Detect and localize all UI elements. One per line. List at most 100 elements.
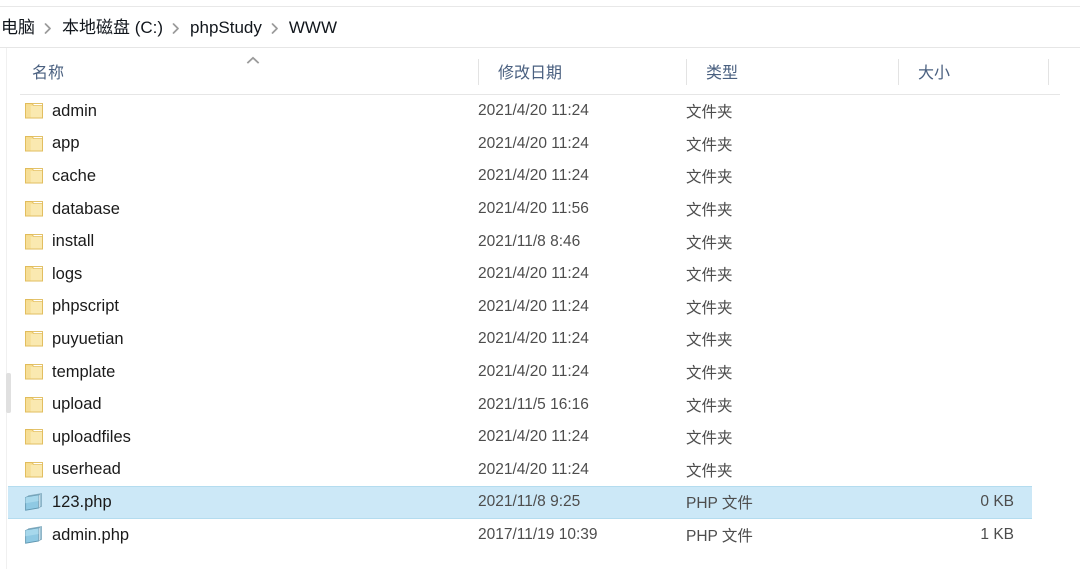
file-row[interactable]: template 2021/4/20 11:24 文件夹 — [8, 356, 1072, 389]
folder-icon-svg — [25, 364, 43, 380]
column-divider-date-type[interactable] — [686, 59, 687, 85]
folder-icon-svg — [25, 168, 43, 184]
file-name-cell[interactable]: logs — [24, 265, 478, 284]
file-row-selected[interactable]: 123.php 2021/11/8 9:25 PHP 文件 0 KB — [8, 486, 1032, 519]
folder-icon — [24, 167, 52, 185]
file-type: 文件夹 — [686, 299, 733, 317]
folder-icon — [24, 363, 52, 381]
file-name-label: template — [52, 362, 116, 381]
file-name-cell[interactable]: admin — [24, 102, 478, 121]
file-date-modified: 2021/4/20 11:24 — [478, 428, 589, 446]
file-size: 1 KB — [980, 526, 1014, 544]
file-list[interactable]: admin 2021/4/20 11:24 文件夹 app 2021/4/20 11:… — [8, 95, 1072, 569]
breadcrumb-separator-icon[interactable] — [271, 22, 280, 34]
file-name-cell[interactable]: admin.php — [24, 525, 478, 545]
column-header-type-label: 类型 — [706, 65, 739, 82]
file-row[interactable]: puyuetian 2021/4/20 11:24 文件夹 — [8, 323, 1072, 356]
folder-icon — [24, 265, 52, 283]
file-row[interactable]: uploadfiles 2021/4/20 11:24 文件夹 — [8, 421, 1072, 454]
column-header-date-modified[interactable]: 修改日期 — [486, 48, 694, 94]
file-date-modified: 2021/4/20 11:24 — [478, 102, 589, 120]
file-type: PHP 文件 — [686, 495, 753, 513]
file-type: 文件夹 — [686, 332, 733, 350]
file-name-cell[interactable]: userhead — [24, 460, 478, 479]
file-row[interactable]: userhead 2021/4/20 11:24 文件夹 — [8, 454, 1072, 487]
file-type: 文件夹 — [686, 430, 733, 448]
file-name-label: admin.php — [52, 525, 130, 544]
folder-icon — [24, 396, 52, 414]
file-name-label: logs — [52, 264, 83, 283]
file-date-modified: 2021/11/5 16:16 — [478, 395, 589, 413]
file-type: 文件夹 — [686, 169, 733, 187]
column-divider-type-size[interactable] — [898, 59, 899, 85]
folder-icon — [24, 298, 52, 316]
file-name-cell[interactable]: 123.php — [24, 492, 478, 512]
folder-icon — [24, 330, 52, 348]
file-date-modified: 2021/4/20 11:24 — [478, 460, 589, 478]
file-name-cell[interactable]: app — [24, 134, 478, 153]
file-type: 文件夹 — [686, 234, 733, 252]
file-row[interactable]: phpscript 2021/4/20 11:24 文件夹 — [8, 291, 1072, 324]
file-date-modified: 2021/4/20 11:56 — [478, 200, 589, 218]
file-date-modified: 2021/11/8 9:25 — [478, 493, 581, 511]
column-header-type[interactable]: 类型 — [694, 48, 906, 94]
file-type: 文件夹 — [686, 104, 733, 122]
file-date-modified: 2021/4/20 11:24 — [478, 134, 589, 152]
breadcrumb[interactable]: 电脑 本地磁盘 (C:) phpStudy WWW — [0, 7, 1080, 47]
file-row[interactable]: app 2021/4/20 11:24 文件夹 — [8, 128, 1072, 161]
file-name-cell[interactable]: phpscript — [24, 297, 478, 316]
file-name-label: 123.php — [52, 492, 112, 511]
file-row[interactable]: install 2021/11/8 8:46 文件夹 — [8, 225, 1072, 258]
column-header-name[interactable]: 名称 — [20, 48, 470, 94]
file-name-label: cache — [52, 166, 97, 185]
breadcrumb-item[interactable]: 本地磁盘 (C:) — [61, 17, 164, 38]
file-name-cell[interactable]: cache — [24, 167, 478, 186]
breadcrumb-item[interactable]: 电脑 — [0, 17, 36, 38]
folder-icon — [24, 102, 52, 120]
file-type: 文件夹 — [686, 267, 733, 285]
file-row[interactable]: admin 2021/4/20 11:24 文件夹 — [8, 95, 1072, 128]
sort-ascending-icon — [246, 56, 260, 64]
file-name-cell[interactable]: template — [24, 363, 478, 382]
folder-icon-svg — [25, 461, 43, 478]
file-name-cell[interactable]: puyuetian — [24, 330, 478, 349]
file-row[interactable]: database 2021/4/20 11:56 文件夹 — [8, 193, 1072, 226]
folder-icon — [24, 200, 52, 218]
folder-icon-svg — [25, 266, 43, 282]
file-type: 文件夹 — [686, 365, 733, 383]
column-header-size[interactable]: 大小 — [906, 48, 1056, 94]
file-name-cell[interactable]: uploadfiles — [24, 428, 478, 447]
navigation-pane-divider[interactable] — [6, 48, 11, 569]
column-divider-size-end[interactable] — [1048, 59, 1049, 85]
file-row[interactable]: upload 2021/11/5 16:16 文件夹 — [8, 388, 1072, 421]
file-name-cell[interactable]: database — [24, 200, 478, 219]
file-name-label: database — [52, 199, 120, 218]
folder-icon-svg — [25, 396, 43, 413]
file-name-cell[interactable]: upload — [24, 395, 478, 414]
file-row[interactable]: admin.php 2017/11/19 10:39 PHP 文件 1 KB — [8, 519, 1072, 552]
php-file-icon-svg — [25, 493, 42, 512]
column-header-name-label: 名称 — [32, 65, 65, 82]
breadcrumb-separator-icon[interactable] — [44, 22, 53, 34]
file-date-modified: 2021/11/8 8:46 — [478, 232, 581, 250]
breadcrumb-separator-icon[interactable] — [172, 22, 181, 34]
file-row[interactable]: logs 2021/4/20 11:24 文件夹 — [8, 258, 1072, 291]
file-date-modified: 2021/4/20 11:24 — [478, 363, 589, 381]
folder-icon-svg — [25, 331, 43, 347]
column-divider-name-date[interactable] — [478, 59, 479, 85]
file-name-label: uploadfiles — [52, 427, 131, 446]
file-name-cell[interactable]: install — [24, 232, 478, 251]
file-row[interactable]: cache 2021/4/20 11:24 文件夹 — [8, 160, 1072, 193]
file-name-label: app — [52, 134, 80, 153]
file-name-label: phpscript — [52, 297, 119, 316]
folder-icon — [24, 428, 52, 446]
file-type: 文件夹 — [686, 397, 733, 415]
breadcrumb-item[interactable]: phpStudy — [189, 17, 263, 38]
file-name-label: puyuetian — [52, 329, 124, 348]
breadcrumb-item[interactable]: WWW — [288, 17, 338, 38]
file-type: PHP 文件 — [686, 528, 753, 546]
folder-icon-svg — [25, 298, 43, 315]
file-date-modified: 2017/11/19 10:39 — [478, 526, 598, 544]
folder-icon-svg — [25, 429, 43, 445]
php-file-icon — [24, 525, 52, 545]
